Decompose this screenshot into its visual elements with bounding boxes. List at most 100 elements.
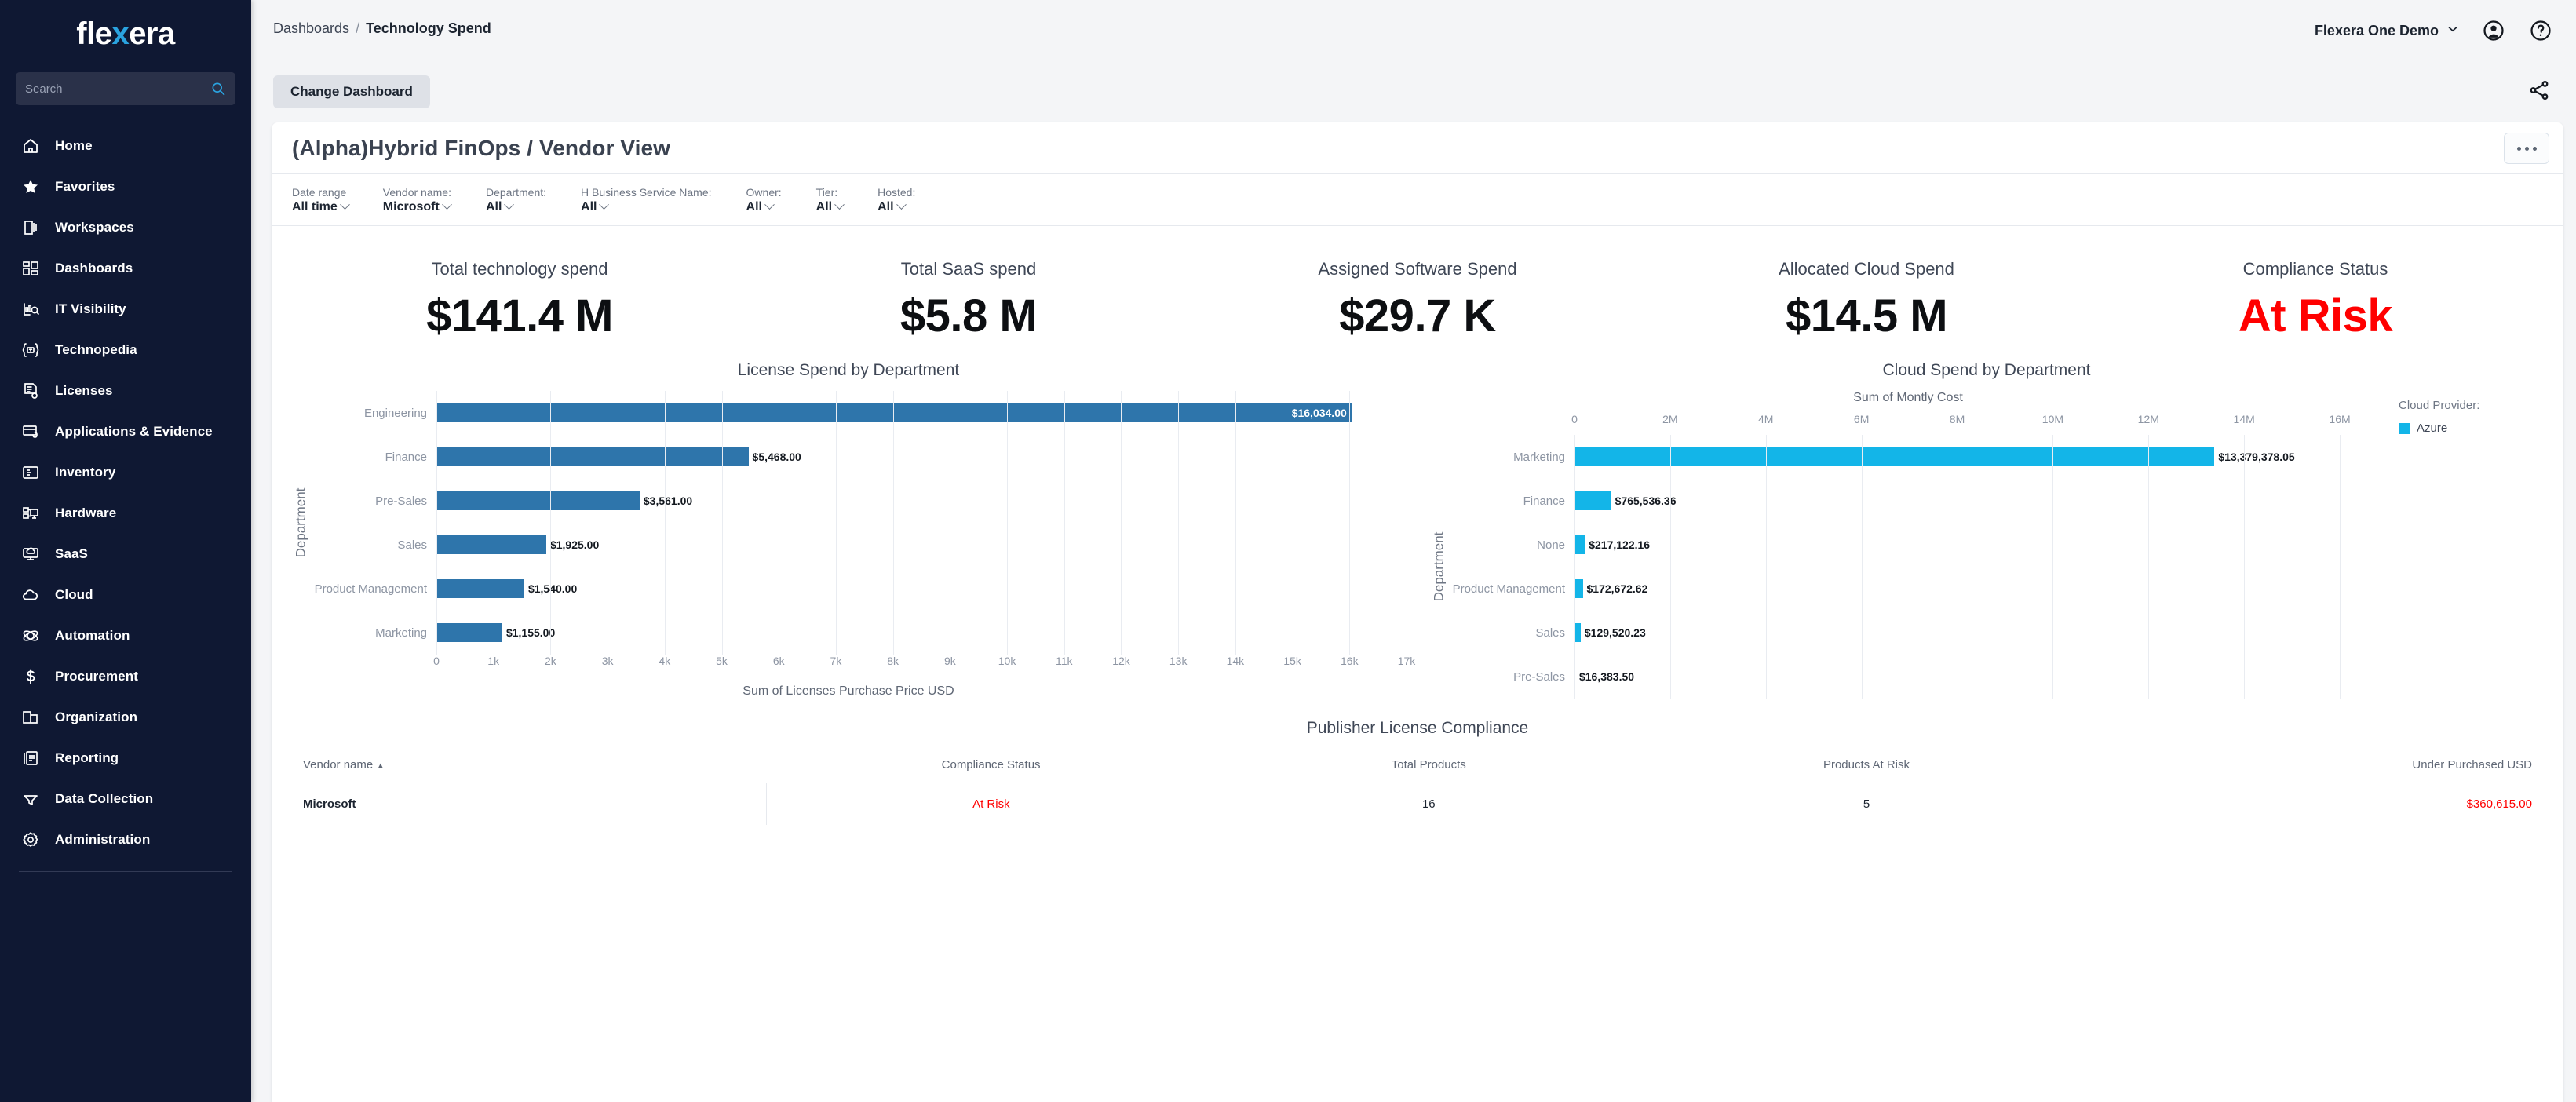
filter-hosted[interactable]: Hosted: All: [878, 186, 915, 214]
search-icon[interactable]: [210, 81, 226, 97]
chart-bar[interactable]: [1574, 667, 1575, 686]
axis-tick-label: 14M: [2233, 413, 2255, 425]
chart-bar[interactable]: [436, 447, 749, 466]
bar-category-label: Marketing: [375, 626, 427, 640]
sidebar-item-label: Cloud: [55, 587, 93, 602]
sidebar-item-procurement[interactable]: Procurement: [0, 656, 251, 697]
inventory-icon: [20, 462, 41, 483]
sidebar-item-label: Organization: [55, 710, 138, 724]
tenant-selector[interactable]: Flexera One Demo: [2315, 22, 2460, 40]
sidebar-item-reporting[interactable]: Reporting: [0, 738, 251, 779]
sidebar-item-technopedia[interactable]: Technopedia: [0, 330, 251, 370]
chart-bar-row[interactable]: Marketing $1,155.00: [311, 611, 1407, 655]
chart-bar-row[interactable]: Engineering $16,034.00: [311, 391, 1407, 435]
sidebar-item-label: Hardware: [55, 505, 117, 520]
column-header-compliance-status[interactable]: Compliance Status: [766, 758, 1216, 783]
filter-date-range[interactable]: Date range All time: [292, 186, 350, 214]
sidebar-item-cloud[interactable]: Cloud: [0, 575, 251, 615]
sidebar-item-administration[interactable]: Administration: [0, 819, 251, 860]
account-circle-icon[interactable]: [2480, 17, 2507, 44]
axis-tick-label: 10M: [2041, 413, 2064, 425]
chart-bar-row[interactable]: Pre-Sales $16,383.50: [1449, 655, 2388, 699]
sidebar-item-hardware[interactable]: Hardware: [0, 493, 251, 534]
filter-tier[interactable]: Tier: All: [815, 186, 845, 214]
chart-bar[interactable]: [436, 579, 524, 598]
sidebar-item-licenses[interactable]: Licenses: [0, 370, 251, 411]
legend-item-azure[interactable]: Azure: [2399, 421, 2545, 435]
filter-vendor-name[interactable]: Vendor name: Microsoft: [383, 186, 452, 214]
chart-bar-row[interactable]: Marketing $13,379,378.05: [1449, 435, 2388, 479]
chart-bar-row[interactable]: None $217,122.16: [1449, 523, 2388, 567]
sidebar-item-it-visibility[interactable]: IT Visibility: [0, 289, 251, 330]
flexera-logo[interactable]: flexera: [0, 0, 251, 68]
bar-category-label: Engineering: [363, 406, 427, 420]
chevron-down-icon: [504, 199, 515, 210]
filter-value-text: All: [815, 199, 833, 213]
column-header-total-products[interactable]: Total Products: [1215, 758, 1642, 783]
sidebar-item-dashboards[interactable]: Dashboards: [0, 248, 251, 289]
chart-bar-row[interactable]: Finance $5,468.00: [311, 435, 1407, 479]
charts-row: License Spend by Department Department E…: [272, 347, 2563, 699]
bar-category-label: None: [1537, 538, 1565, 552]
table-row[interactable]: Microsoft At Risk 16 5 $360,615.00: [295, 783, 2540, 825]
change-dashboard-button[interactable]: Change Dashboard: [273, 75, 430, 108]
bar-value-label: $129,520.23: [1584, 626, 1646, 639]
chart-bar[interactable]: [1574, 579, 1583, 598]
chart-bar-row[interactable]: Product Management $172,672.62: [1449, 567, 2388, 611]
sidebar-item-home[interactable]: Home: [0, 126, 251, 166]
chart-bar-row[interactable]: Finance $765,536.36: [1449, 479, 2388, 523]
filter-department[interactable]: Department: All: [486, 186, 546, 214]
sidebar-item-label: Licenses: [55, 383, 113, 398]
chart-bar[interactable]: [1574, 447, 2215, 466]
breadcrumb-root[interactable]: Dashboards: [273, 20, 349, 36]
bar-track: $129,520.23: [1574, 611, 2388, 655]
tenant-label: Flexera One Demo: [2314, 22, 2439, 38]
chart-bar[interactable]: [1574, 535, 1585, 554]
dashboard-header: (Alpha)Hybrid FinOps / Vendor View: [272, 122, 2563, 174]
filter-label: Owner:: [746, 185, 782, 199]
chart-bar-row[interactable]: Product Management $1,540.00: [311, 567, 1407, 611]
filter-owner[interactable]: Owner: All: [746, 186, 782, 214]
cloud-chart-body: Sum of Montly Cost 0 2M 4M 6M 8M 10M 12M 14M 16M…: [1428, 391, 2388, 699]
filter-value-text: All time: [292, 199, 338, 213]
search-input[interactable]: [25, 82, 210, 96]
chart-bar-row[interactable]: Sales $129,520.23: [1449, 611, 2388, 655]
sidebar-search[interactable]: [16, 72, 235, 105]
sidebar-item-applications-evidence[interactable]: Applications & Evidence: [0, 411, 251, 452]
chart-title: License Spend by Department: [737, 361, 960, 379]
sidebar-item-label: Data Collection: [55, 791, 154, 806]
axis-tick-label: 7k: [830, 655, 842, 667]
chart-bar[interactable]: [436, 491, 640, 510]
chart-bar[interactable]: [436, 535, 546, 554]
help-circle-icon[interactable]: [2527, 17, 2554, 44]
cell-compliance-status: At Risk: [766, 783, 1216, 825]
cell-vendor-name: Microsoft: [303, 797, 356, 811]
sidebar-item-organization[interactable]: Organization: [0, 697, 251, 738]
more-options-icon[interactable]: [2504, 133, 2549, 164]
sidebar-item-data-collection[interactable]: Data Collection: [0, 779, 251, 819]
chart-bar[interactable]: [1574, 623, 1581, 642]
sub-bar: Change Dashboard: [251, 68, 2576, 116]
chart-bar[interactable]: [436, 403, 1352, 422]
sidebar-item-favorites[interactable]: Favorites: [0, 166, 251, 207]
axis-tick-label: 9k: [943, 655, 956, 667]
axis-tick-label: 5k: [716, 655, 728, 667]
chart-bar[interactable]: [1574, 491, 1611, 510]
share-icon[interactable]: [2527, 78, 2554, 105]
column-header-under-purchased-usd[interactable]: Under Purchased USD: [2090, 758, 2540, 783]
sidebar-item-automation[interactable]: Automation: [0, 615, 251, 656]
filter-h-business-service-name[interactable]: H Business Service Name: All: [581, 186, 712, 214]
filter-value: All: [486, 199, 546, 214]
sidebar-item-workspaces[interactable]: Workspaces: [0, 207, 251, 248]
chart-gridlines: [1574, 479, 2388, 523]
chart-bar-row[interactable]: Pre-Sales $3,561.00: [311, 479, 1407, 523]
chart-bar[interactable]: [436, 623, 502, 642]
chart-bar-row[interactable]: Sales $1,925.00: [311, 523, 1407, 567]
sidebar-item-inventory[interactable]: Inventory: [0, 452, 251, 493]
star-icon: [20, 177, 41, 197]
kpi-label: Allocated Cloud Spend: [1779, 259, 1954, 279]
column-header-products-at-risk[interactable]: Products At Risk: [1641, 758, 2091, 783]
chart-x-axis-label: Sum of Montly Cost: [1853, 391, 1963, 404]
column-header-vendor-name[interactable]: Vendor name ▲: [295, 758, 767, 783]
sidebar-item-saas[interactable]: SaaS: [0, 534, 251, 575]
